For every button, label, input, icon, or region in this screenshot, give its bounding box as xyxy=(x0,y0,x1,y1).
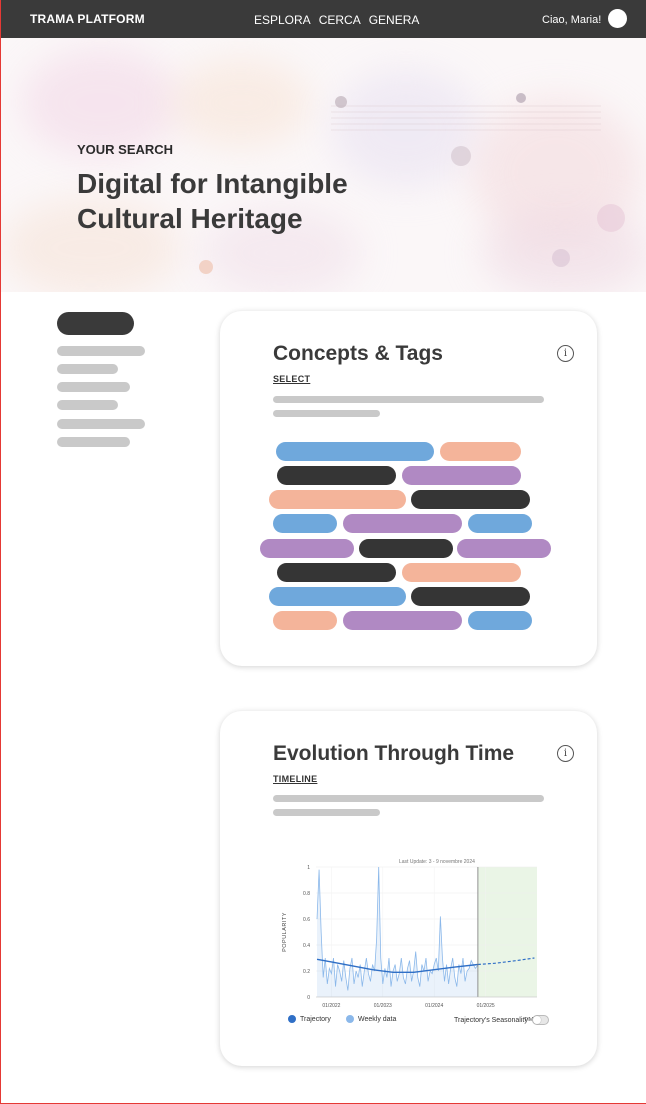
sidebar-skeleton-line xyxy=(57,382,130,392)
x-tick-label: 01/2024 xyxy=(425,1003,443,1009)
info-icon[interactable]: i xyxy=(557,745,574,762)
legend-label: Trajectory xyxy=(300,1015,331,1023)
search-eyebrow: YOUR SEARCH xyxy=(77,142,174,157)
nav-genera[interactable]: GENERA xyxy=(369,13,420,27)
card-title: Concepts & Tags xyxy=(273,342,443,365)
evolution-card: Evolution Through Time i TIMELINE 0 0.2 0.… xyxy=(220,711,597,1066)
top-navigation-bar: TRAMA PLATFORM ESPLORA CERCA GENERA Ciao… xyxy=(1,0,646,38)
tag-pill[interactable] xyxy=(468,514,532,533)
sidebar-pill-placeholder[interactable] xyxy=(57,312,134,335)
chart-legend: Trajectory Weekly data Trajectory's Seas… xyxy=(288,1015,558,1029)
tag-pill[interactable] xyxy=(468,611,532,630)
y-tick-label: 0.4 xyxy=(303,943,310,949)
nav-cerca[interactable]: CERCA xyxy=(319,13,361,27)
tag-pill[interactable] xyxy=(411,587,530,606)
tag-pill[interactable] xyxy=(402,563,521,582)
tag-pill[interactable] xyxy=(269,490,406,509)
select-link[interactable]: SELECT xyxy=(273,374,310,384)
x-tick-label: 01/2023 xyxy=(374,1003,392,1009)
tag-pill[interactable] xyxy=(260,539,354,558)
tag-pill[interactable] xyxy=(273,514,337,533)
tag-pill[interactable] xyxy=(273,611,337,630)
tag-pill[interactable] xyxy=(343,514,462,533)
tag-pill[interactable] xyxy=(411,490,530,509)
timeline-link[interactable]: TIMELINE xyxy=(273,774,317,784)
skeleton-line xyxy=(273,410,380,417)
tag-pill[interactable] xyxy=(276,442,434,461)
sidebar-skeleton-line xyxy=(57,364,118,374)
x-tick-label: 01/2022 xyxy=(322,1003,340,1009)
y-axis-label: POPULARITY xyxy=(282,912,288,952)
concepts-tags-card: Concepts & Tags i SELECT xyxy=(220,311,597,666)
sidebar-skeleton-line xyxy=(57,346,145,356)
y-tick-label: 0.8 xyxy=(303,891,310,897)
x-tick-label: 01/2025 xyxy=(477,1003,495,1009)
forecast-region xyxy=(477,867,537,997)
user-greeting: Ciao, Maria! xyxy=(542,14,602,26)
seasonality-toggle-group: Trajectory's Seasonality xyxy=(454,1015,549,1025)
page-title: Digital for Intangible Cultural Heritage xyxy=(77,168,348,234)
tag-pill[interactable] xyxy=(402,466,521,485)
main-nav: ESPLORA CERCA GENERA xyxy=(254,13,419,27)
sidebar-skeleton-line xyxy=(57,437,130,447)
chart-title: Last Update: 3 - 9 novembre 2024 xyxy=(399,859,475,865)
skeleton-line xyxy=(273,396,544,403)
legend-weekly[interactable]: Weekly data xyxy=(346,1015,396,1023)
seasonality-label: Trajectory's Seasonality xyxy=(454,1016,528,1024)
hero-banner: YOUR SEARCH Digital for Intangible Cultu… xyxy=(1,38,646,292)
seasonality-toggle[interactable] xyxy=(531,1015,549,1025)
avatar[interactable] xyxy=(608,9,627,28)
hero-artwork xyxy=(199,93,625,274)
tag-pill[interactable] xyxy=(440,442,521,461)
tag-pill[interactable] xyxy=(343,611,462,630)
trajectory-dot-icon xyxy=(288,1015,296,1023)
y-tick-label: 0.6 xyxy=(303,917,310,923)
info-icon[interactable]: i xyxy=(557,345,574,362)
y-tick-label: 0 xyxy=(307,995,310,1001)
card-title: Evolution Through Time xyxy=(273,742,515,765)
tag-pill[interactable] xyxy=(359,539,453,558)
y-tick-label: 0.2 xyxy=(303,969,310,975)
brand-logo[interactable]: TRAMA PLATFORM xyxy=(30,12,145,26)
sidebar-skeleton-line xyxy=(57,419,145,429)
nav-esplora[interactable]: ESPLORA xyxy=(254,13,311,27)
weekly-dot-icon xyxy=(346,1015,354,1023)
tag-pill[interactable] xyxy=(277,466,396,485)
sidebar-skeleton-line xyxy=(57,400,118,410)
skeleton-line xyxy=(273,795,544,802)
y-tick-label: 1 xyxy=(307,865,310,871)
tag-pill[interactable] xyxy=(269,587,406,606)
legend-label: Weekly data xyxy=(358,1015,397,1023)
tag-pill[interactable] xyxy=(277,563,396,582)
skeleton-line xyxy=(273,809,380,816)
legend-trajectory[interactable]: Trajectory xyxy=(288,1015,331,1023)
tag-pill[interactable] xyxy=(457,539,551,558)
